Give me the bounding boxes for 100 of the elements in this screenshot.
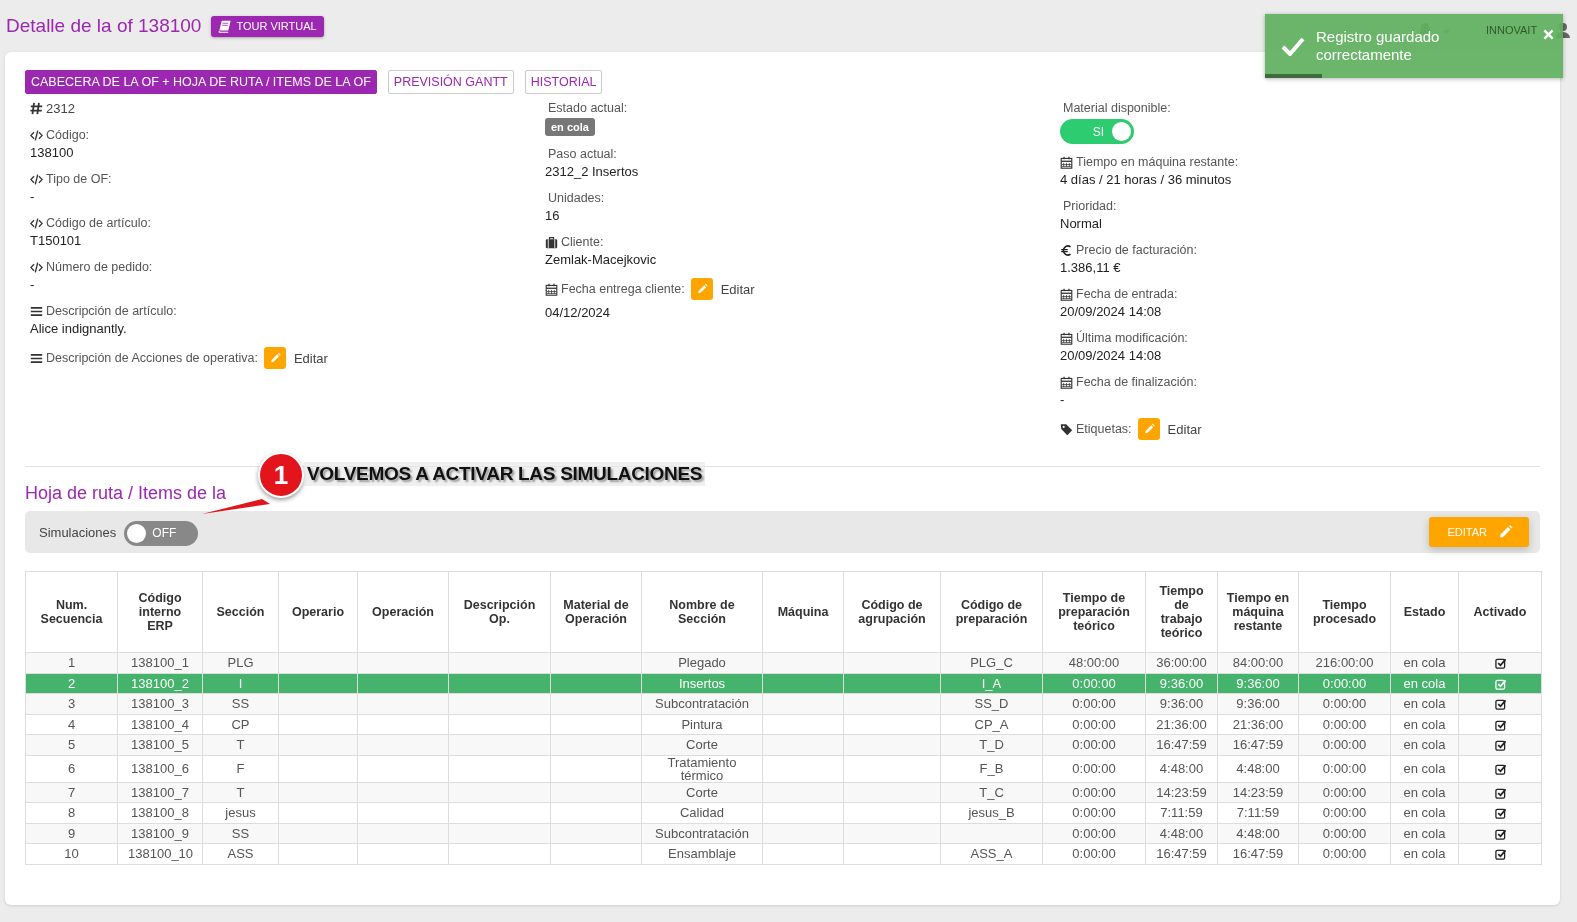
- field-label: Tipo de OF:: [46, 171, 112, 188]
- table-row[interactable]: 3 138100_3 SS Subcontratación SS_D 0:00:00 9:36:00 9:36:00 0:00:00 en cola: [25, 693, 1542, 714]
- column-header[interactable]: Nombre de Sección: [641, 571, 763, 653]
- table-row[interactable]: 7 138100_7 T Corte T_C 0:00:00 14:23:59 14:23:59 0:00:00 en cola: [25, 782, 1542, 803]
- table-cell: SS: [231, 825, 250, 841]
- table-cell: en cola: [1403, 805, 1446, 821]
- pencil-icon: [690, 278, 713, 300]
- code-icon: [30, 129, 43, 142]
- column-header[interactable]: Sección: [202, 571, 279, 653]
- table-cell: PLG: [227, 655, 254, 671]
- toggle-switch[interactable]: OFF: [124, 520, 199, 546]
- table-cell: 4:48:00: [1236, 761, 1280, 776]
- field-value: -: [30, 188, 36, 205]
- table-row[interactable]: 6 138100_6 F Tratamiento térmico F_B 0:00:00 4:48:00 4:48:00 0:00:00 en cola: [25, 755, 1542, 782]
- field-value: 2312_2 Insertos: [545, 163, 640, 180]
- table-row[interactable]: 5 138100_5 T Corte T_D 0:00:00 16:47:59 16:47:59 0:00:00 en cola: [25, 734, 1542, 755]
- table-row[interactable]: 1 138100_1 PLG Plegado PLG_C 48:00:00 36:00:00 84:00:00 216:00:00 en cola: [25, 652, 1542, 673]
- column-header[interactable]: Código de agrupación: [843, 571, 941, 653]
- table-cell: Corte: [686, 784, 718, 800]
- table-cell: 9: [67, 825, 76, 841]
- table-cell: T: [236, 784, 245, 800]
- field-label: Precio de facturación:: [1076, 242, 1197, 259]
- pencil-icon: [1497, 524, 1513, 540]
- column-header[interactable]: Máquina: [762, 571, 844, 653]
- table-cell: 0:00:00: [1322, 825, 1367, 841]
- table-cell: 16:47:59: [1232, 737, 1284, 753]
- column-header[interactable]: Activado: [1458, 571, 1542, 653]
- table-cell: T_C: [979, 784, 1004, 800]
- field-label: Prioridad:: [1063, 198, 1117, 215]
- table-cell: 138100_7: [131, 784, 189, 800]
- pencil-icon: [1137, 418, 1160, 440]
- table-cell: 138100_3: [131, 696, 189, 712]
- table-cell: 138100_9: [131, 825, 189, 841]
- column-header[interactable]: Código interno ERP: [117, 571, 203, 653]
- table-cell: 138100_2: [131, 675, 189, 691]
- table-cell: 1: [67, 655, 76, 671]
- column-header[interactable]: Tiempo de preparación teórico: [1042, 571, 1146, 653]
- table-cell: 21:36:00: [1156, 716, 1207, 732]
- table-row[interactable]: 10 138100_10 ASS Ensamblaje ASS_A 0:00:00 16:47:59 16:47:59 0:00:00 en cola: [25, 843, 1542, 864]
- field-value: 1.386,11 €: [1060, 259, 1122, 276]
- column-header[interactable]: Operario: [278, 571, 358, 653]
- edit-button[interactable]: Editar: [690, 278, 755, 300]
- table-cell: 0:00:00: [1072, 784, 1116, 800]
- table-cell: 7:11:59: [1160, 805, 1203, 821]
- edit-button[interactable]: Editar: [263, 347, 328, 369]
- table-cell: 216:00:00: [1315, 655, 1374, 671]
- column-header[interactable]: Tiempo procesado: [1298, 571, 1391, 653]
- edit-button[interactable]: Editar: [1137, 418, 1202, 440]
- field-value: Normal: [1060, 215, 1103, 232]
- tab[interactable]: PREVISIÓN GANTT: [387, 70, 514, 94]
- field-label: Tiempo en máquina restante:: [1076, 154, 1239, 171]
- table-cell: 0:00:00: [1072, 675, 1116, 691]
- column-header[interactable]: Estado: [1390, 571, 1459, 653]
- column-header[interactable]: Descripción Op.: [448, 571, 551, 653]
- tab[interactable]: HISTORIAL: [524, 70, 603, 94]
- tour-button[interactable]: TOUR VIRTUAL: [211, 15, 324, 37]
- table-cell: 36:00:00: [1156, 655, 1207, 671]
- table-cell: 0:00:00: [1072, 761, 1116, 776]
- field-label: Última modificación:: [1076, 330, 1188, 347]
- field-label: Estado actual:: [548, 100, 628, 117]
- list-icon: [30, 305, 43, 318]
- close-icon[interactable]: [1543, 29, 1554, 40]
- page-title: Detalle de la of 138100: [6, 15, 202, 37]
- code-icon: [30, 261, 43, 274]
- calendar-icon: [1060, 376, 1073, 389]
- column-header[interactable]: Num. Secuencia: [25, 571, 118, 653]
- column-header[interactable]: Código de preparación: [940, 571, 1043, 653]
- column-header[interactable]: Tiempo de trabajo teórico: [1145, 571, 1218, 653]
- field-label: Etiquetas:: [1076, 420, 1132, 438]
- field-label: Fecha entrega cliente:: [561, 280, 685, 298]
- table-cell: ASS_A: [970, 846, 1013, 862]
- calendar-icon: [1060, 288, 1073, 301]
- table-cell: 4:48:00: [1236, 825, 1280, 841]
- table-row[interactable]: 4 138100_4 CP Pintura CP_A 0:00:00 21:36:00 21:36:00 0:00:00 en cola: [25, 714, 1542, 735]
- table-cell: 0:00:00: [1322, 805, 1367, 821]
- table-cell: T: [236, 737, 245, 753]
- column-header[interactable]: Material de Operación: [550, 571, 642, 653]
- table-cell: F_B: [979, 761, 1004, 776]
- table-cell: Corte: [686, 737, 718, 753]
- table-cell: en cola: [1403, 825, 1446, 841]
- table-cell: 0:00:00: [1322, 696, 1367, 712]
- table-cell: 138100_8: [131, 805, 189, 821]
- field-value: 138100: [30, 144, 75, 161]
- field-label: Código:: [46, 127, 90, 144]
- table-cell: 0:00:00: [1322, 716, 1367, 732]
- field-value: 16: [545, 207, 561, 224]
- table-cell: 138100_4: [131, 716, 189, 732]
- table-cell: 0:00:00: [1072, 805, 1116, 821]
- field-label: Número de pedido:: [46, 259, 153, 276]
- check-icon: [1281, 36, 1305, 56]
- tab[interactable]: CABECERA DE LA OF + HOJA DE RUTA / ITEMS DE LA OF: [25, 70, 377, 94]
- table-row[interactable]: 8 138100_8 jesus Calidad jesus_B 0:00:00 7:11:59 7:11:59 0:00:00 en cola: [25, 802, 1542, 823]
- table-cell: 138100_1: [131, 655, 189, 671]
- column-header[interactable]: Operación: [357, 571, 449, 653]
- table-cell: en cola: [1403, 846, 1446, 862]
- column-header[interactable]: Tiempo en máquina restante: [1217, 571, 1299, 653]
- table-cell: 0:00:00: [1322, 846, 1367, 862]
- code-icon: [30, 173, 43, 186]
- table-row[interactable]: 9 138100_9 SS Subcontratación 0:00:00 4:48:00 4:48:00 0:00:00 en cola: [25, 823, 1542, 844]
- field-label: Código de artículo:: [46, 215, 151, 232]
